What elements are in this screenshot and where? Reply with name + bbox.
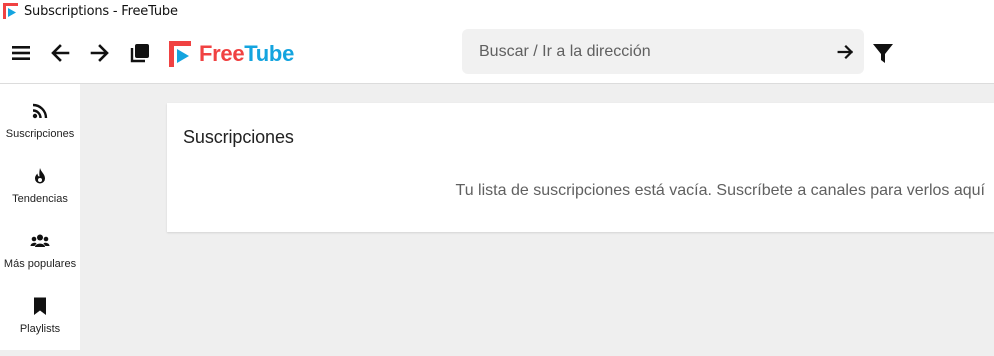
logo-text-free: Free	[199, 41, 245, 66]
freetube-logo-icon	[3, 3, 18, 19]
sidebar-item-label: Tendencias	[12, 193, 68, 205]
freetube-logo[interactable]: FreeTube	[169, 40, 294, 68]
forward-arrow-icon[interactable]	[88, 41, 112, 65]
top-nav: FreeTube	[0, 24, 994, 84]
sidebar-item-trending[interactable]: Tendencias	[0, 166, 80, 226]
hamburger-menu-icon[interactable]	[9, 41, 33, 65]
page-title: Suscripciones	[183, 127, 294, 147]
filter-icon[interactable]	[871, 41, 895, 65]
freetube-logo-mark-icon	[169, 41, 191, 67]
search-box	[462, 29, 864, 74]
sidebar-item-subscriptions[interactable]: Suscripciones	[0, 101, 80, 161]
side-nav: Suscripciones Tendencias Más populares P…	[0, 84, 80, 350]
sidebar-item-label: Suscripciones	[5, 128, 75, 140]
search-go-arrow-icon[interactable]	[835, 41, 857, 63]
window-title: Subscriptions - FreeTube	[24, 4, 178, 19]
rss-icon	[32, 103, 48, 119]
sidebar-item-label: Más populares	[3, 258, 77, 270]
window-title-bar: Subscriptions - FreeTube	[0, 0, 994, 24]
fire-icon	[35, 168, 45, 184]
logo-wordmark: FreeTube	[199, 41, 294, 67]
sidebar-item-label: Playlists	[19, 323, 61, 335]
logo-text-tube: Tube	[244, 41, 294, 66]
new-window-icon[interactable]	[128, 41, 152, 65]
bookmark-icon	[34, 297, 46, 315]
users-icon	[30, 234, 50, 247]
search-input[interactable]	[462, 29, 839, 74]
empty-state-message: Tu lista de suscripciones está vacía. Su…	[455, 182, 985, 199]
sidebar-item-most-popular[interactable]: Más populares	[0, 231, 80, 291]
back-arrow-icon[interactable]	[48, 41, 72, 65]
sidebar-item-playlists[interactable]: Playlists	[0, 296, 80, 356]
subscriptions-card: Suscripciones Tu lista de suscripciones …	[167, 103, 994, 232]
